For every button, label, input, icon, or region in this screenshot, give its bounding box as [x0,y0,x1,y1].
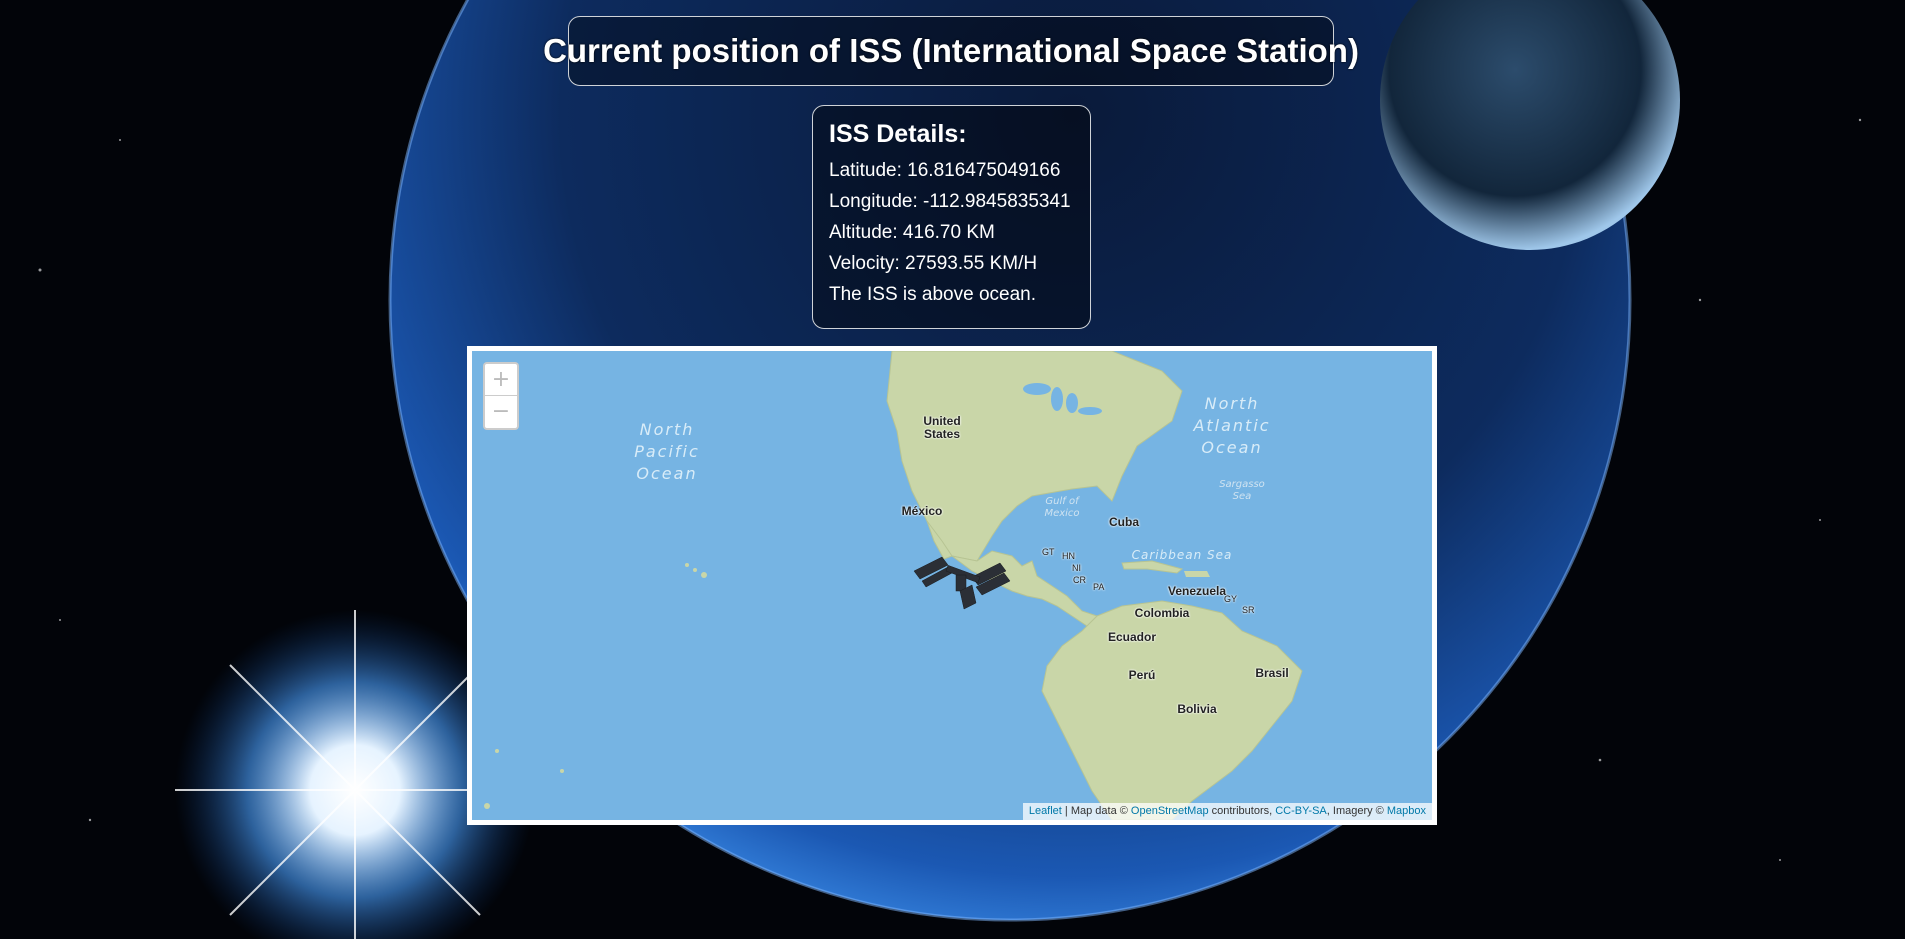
zoom-in-button[interactable]: + [485,364,517,395]
map-attribution: Leaflet | Map data © OpenStreetMap contr… [1022,803,1432,820]
attribution-sep: | Map data © [1061,805,1131,817]
label-north-atlantic-line1: North [1204,394,1260,413]
label-united-states: United States [912,415,972,441]
hispaniola-landmass [1184,571,1210,577]
label-north-pacific-line3: Ocean [636,464,698,483]
leaflet-link[interactable]: Leaflet [1029,805,1062,817]
map-container[interactable]: North Pacific Ocean North Atlantic Ocean… [467,346,1437,825]
attribution-imagery: , Imagery © [1326,805,1387,817]
label-pa: PA [1093,582,1105,592]
location-status: The ISS is above ocean. [829,284,1037,305]
velocity-value: Velocity: 27593.55 KM/H [829,253,1038,274]
label-north-atlantic: North Atlantic Ocean [1182,393,1282,459]
label-gy: GY [1224,594,1238,604]
zoom-control: + − [483,362,519,430]
label-north-pacific-line1: North [639,420,695,439]
openstreetmap-link[interactable]: OpenStreetMap [1131,805,1209,817]
iss-details-panel: ISS Details: Latitude: 16.816475049166 L… [812,105,1091,329]
label-venezuela: Venezuela [1167,584,1227,598]
label-north-atlantic-line2: Atlantic [1193,416,1271,435]
label-cuba: Cuba [1109,515,1139,529]
label-brasil: Brasil [1255,666,1289,680]
iss-marker-icon[interactable] [912,553,1012,611]
label-mexico: México [901,504,943,518]
label-sargasso-sea: Sargasso Sea [1212,479,1272,503]
latitude-value: Latitude: 16.816475049166 [829,160,1061,181]
label-gulf-line2: Mexico [1044,508,1080,519]
label-north-atlantic-line3: Ocean [1201,438,1263,457]
label-colombia: Colombia [1134,606,1190,620]
label-sargasso-line2: Sea [1232,491,1252,502]
label-cr: CR [1073,575,1086,585]
label-gulf-line1: Gulf of [1045,496,1079,507]
attribution-contributors: contributors, [1208,805,1276,817]
zoom-out-button[interactable]: − [485,395,517,427]
label-us-line2: States [923,427,961,441]
mapbox-link[interactable]: Mapbox [1387,805,1426,817]
label-north-pacific: North Pacific Ocean [612,419,722,485]
label-north-pacific-line2: Pacific [634,442,700,461]
label-gt: GT [1042,547,1055,557]
label-caribbean-sea: Caribbean Sea [1131,548,1233,562]
label-sargasso-line1: Sargasso [1219,479,1265,490]
label-sr: SR [1242,605,1255,615]
label-peru: Perú [1128,668,1156,682]
longitude-value: Longitude: -112.9845835341 [829,191,1071,212]
label-ecuador: Ecuador [1107,630,1156,644]
details-heading: ISS Details: [829,120,967,148]
page-title: Current position of ISS (International S… [543,16,1359,86]
label-gulf-of-mexico: Gulf of Mexico [1032,496,1092,520]
altitude-value: Altitude: 416.70 KM [829,222,995,243]
cc-by-sa-link[interactable]: CC-BY-SA [1275,805,1327,817]
label-bolivia: Bolivia [1177,702,1217,716]
